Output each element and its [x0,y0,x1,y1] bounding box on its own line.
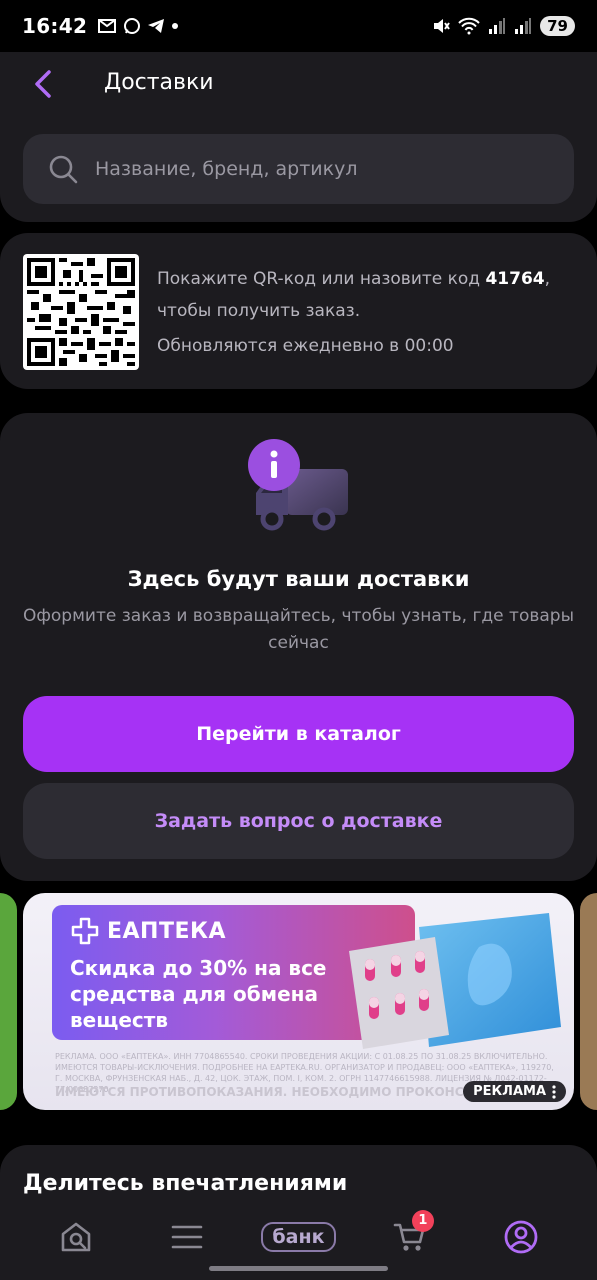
ad-banner[interactable]: ЕАПТЕКА Скидка до 30% на все средства дл… [23,893,574,1110]
nav-catalog[interactable] [157,1212,217,1262]
telegram-icon [148,19,165,33]
cart-count-badge: 1 [411,1209,434,1232]
notification-icons [97,17,179,35]
empty-deliveries-card: Здесь будут ваши доставки Оформите заказ… [0,413,597,881]
qr-update-note: Обновляются ежедневно в 00:00 [157,336,454,356]
nav-bank[interactable]: банк [261,1212,336,1262]
qr-instruction-text-before: Покажите QR-код или назовите код [157,269,486,289]
battery-level: 79 [540,16,575,36]
back-button[interactable] [28,66,58,102]
banner-brand: ЕАПТЕКА [71,917,226,945]
menu-icon [171,1225,203,1248]
dot-icon [172,23,179,29]
plus-cross-icon [71,917,99,945]
more-vertical-icon [552,1084,556,1099]
ask-delivery-question-button[interactable]: Задать вопрос о доставке [23,783,574,859]
next-banner-peek[interactable] [580,893,597,1110]
chevron-left-icon [35,70,51,98]
feedback-title: Делитесь впечатлениями [23,1171,348,1196]
search-placeholder: Название, бренд, артикул [95,158,358,180]
pickup-code: 41764 [485,269,545,289]
header-card: Доставки Название, бренд, артикул [0,52,597,222]
signal-icon [515,18,532,34]
banner-headline: Скидка до 30% на все средства для обмена… [70,956,327,1032]
mute-icon [434,19,450,33]
ad-label: РЕКЛАМА [473,1084,546,1099]
home-indicator[interactable] [209,1266,388,1271]
system-icons: 79 [432,16,575,36]
nav-home[interactable] [46,1212,106,1262]
qr-instruction: Покажите QR-код или назовите код 41764, … [157,263,577,327]
prev-banner-peek[interactable] [0,893,17,1110]
medicine-box-image [349,913,561,1049]
page-title: Доставки [104,70,214,95]
qr-code-image [27,258,135,366]
home-search-icon [61,1222,90,1251]
go-to-catalog-button[interactable]: Перейти в каталог [23,696,574,772]
status-bar: 16:42 79 [0,0,597,52]
empty-state-title: Здесь будут ваши доставки [127,567,470,591]
ad-label-button[interactable]: РЕКЛАМА [463,1081,566,1102]
search-icon [49,155,78,184]
nav-profile[interactable] [491,1212,551,1262]
nav-cart[interactable]: 1 [380,1209,440,1262]
banner-brand-name: ЕАПТЕКА [107,918,227,944]
search-input[interactable]: Название, бренд, артикул [23,134,574,204]
bank-label: банк [261,1221,336,1252]
delivery-truck-icon [248,439,348,531]
signal-icon [489,18,506,34]
empty-state-subtitle: Оформите заказ и возвращайтесь, чтобы уз… [22,606,574,653]
status-time: 16:42 [22,14,88,38]
gmail-icon [98,19,117,33]
qr-code[interactable] [23,254,139,370]
wifi-icon [458,17,480,35]
profile-icon [504,1220,538,1253]
pickup-code-card: Покажите QR-код или назовите код 41764, … [0,233,597,389]
whatsapp-icon [124,18,141,34]
